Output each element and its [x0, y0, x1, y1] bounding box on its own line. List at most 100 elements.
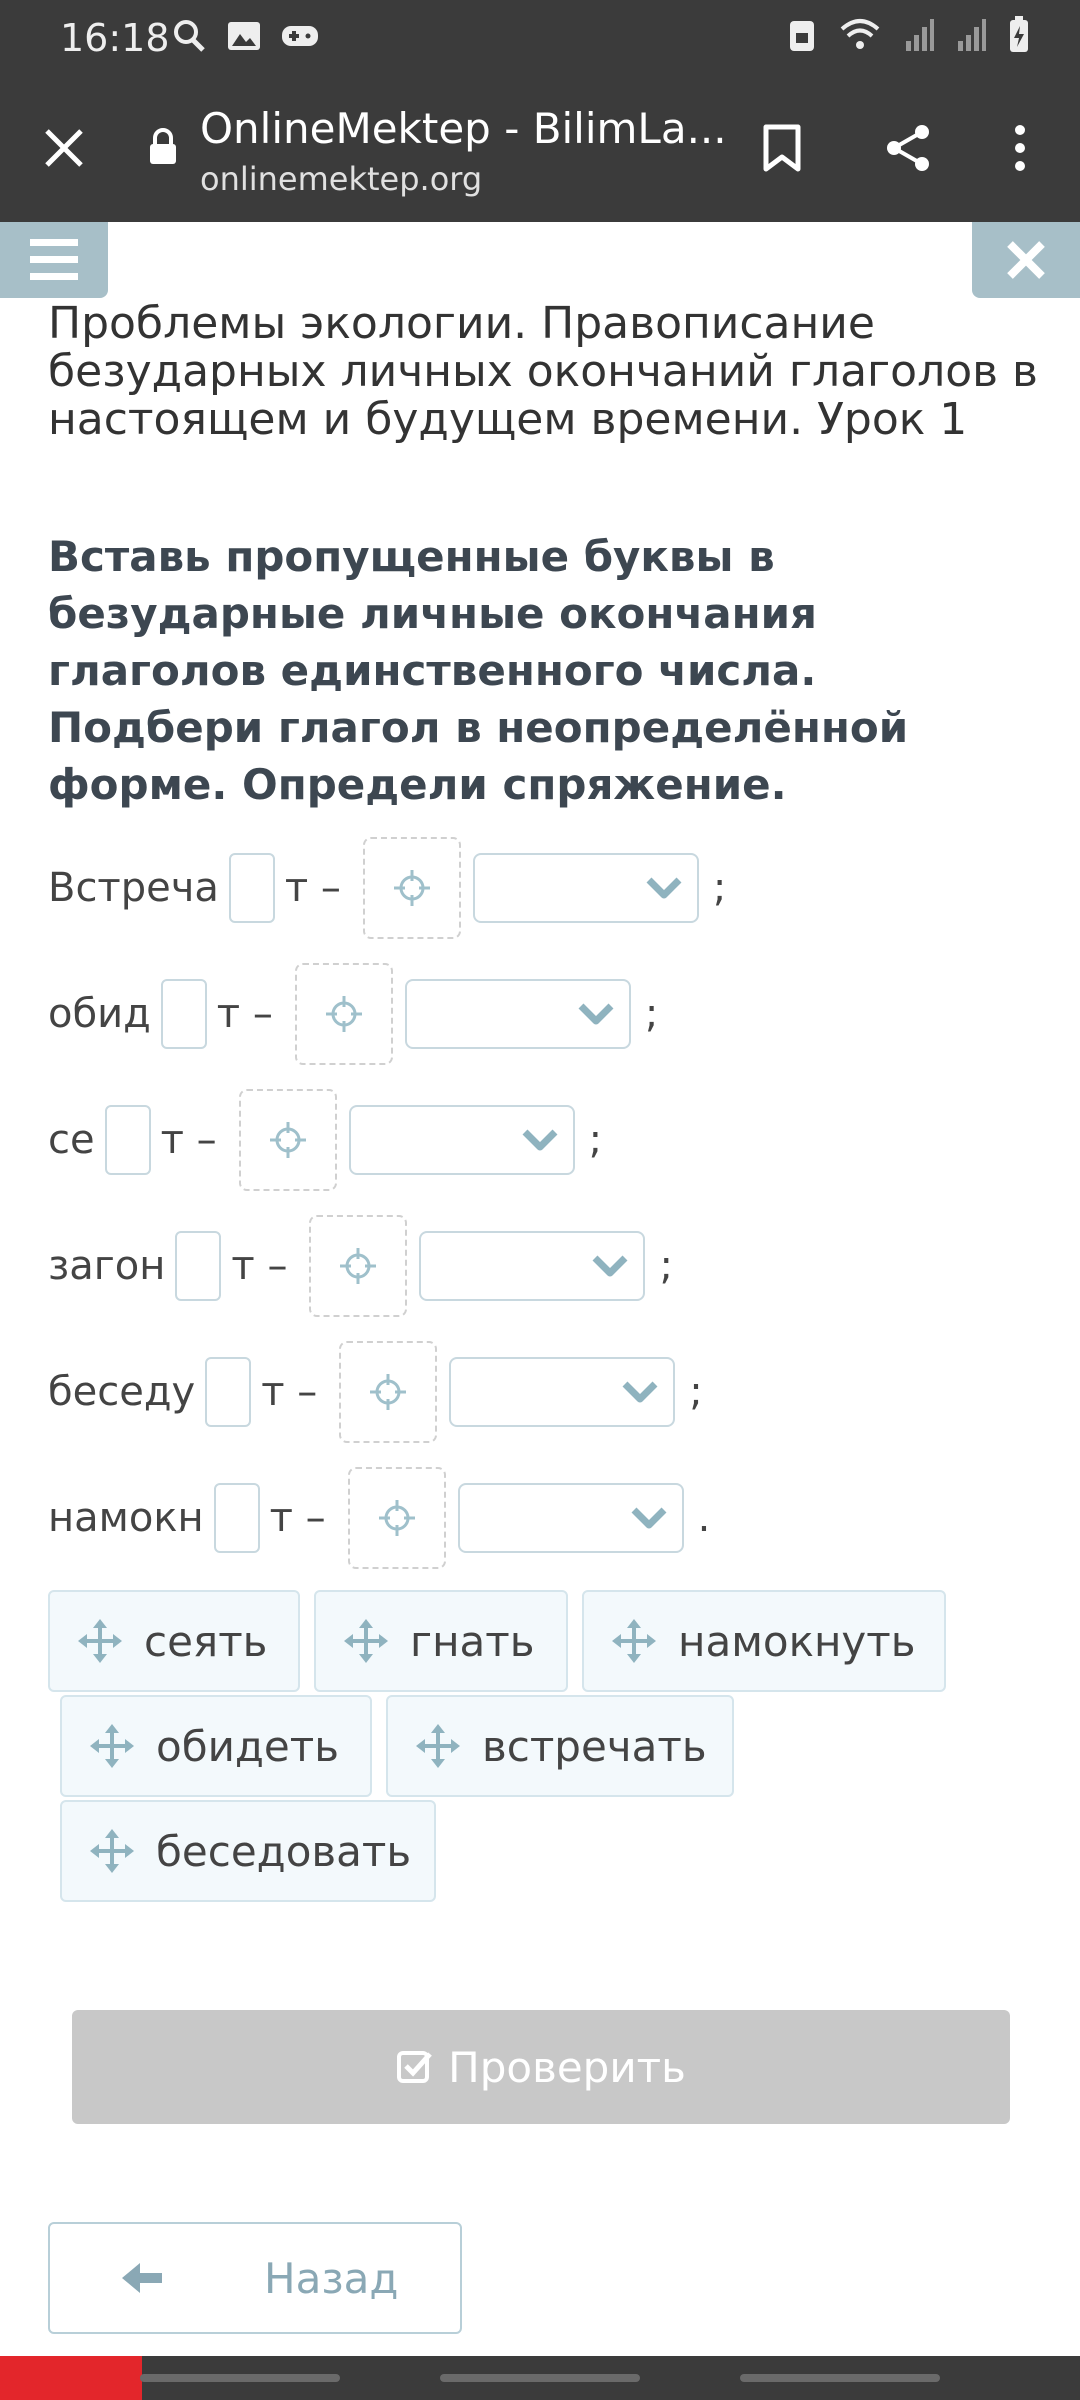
word-chip-label: сеять	[144, 1616, 268, 1666]
word-suffix: т –	[269, 1495, 326, 1541]
nav-pill	[740, 2374, 940, 2382]
status-left-icons	[172, 16, 320, 56]
letter-input[interactable]	[104, 1105, 151, 1175]
word-chip[interactable]: сеять	[48, 1590, 300, 1692]
exercise-row: се т –;	[48, 1089, 603, 1191]
drop-zone[interactable]	[347, 1467, 446, 1569]
check-button[interactable]: Проверить	[72, 2010, 1010, 2124]
more-menu-button[interactable]	[984, 112, 1056, 184]
target-icon	[325, 996, 362, 1032]
close-icon	[1007, 241, 1045, 279]
row-punctuation: ;	[689, 1369, 703, 1415]
letter-input[interactable]	[213, 1483, 260, 1553]
word-stem: загон	[48, 1243, 166, 1289]
chevron-down-icon	[592, 1255, 628, 1277]
lesson-title: Проблемы экологии. Правописание безударн…	[48, 298, 1038, 445]
wifi-icon	[840, 19, 880, 49]
search-icon	[174, 20, 205, 52]
lock-icon	[150, 128, 176, 164]
exercise-row: обид т –;	[48, 963, 659, 1065]
conjugation-select[interactable]	[457, 1483, 684, 1553]
target-icon	[340, 1248, 377, 1284]
letter-input[interactable]	[228, 853, 275, 923]
chevron-down-icon	[522, 1129, 558, 1151]
image-icon	[228, 22, 260, 50]
checkbox-check-icon	[397, 2051, 433, 2083]
letter-input[interactable]	[175, 1231, 222, 1301]
move-icon	[78, 1619, 122, 1663]
signal-icon-2	[958, 19, 986, 51]
chevron-down-icon	[622, 1381, 658, 1403]
word-suffix: т –	[284, 865, 341, 911]
drop-zone[interactable]	[309, 1215, 408, 1317]
chevron-down-icon	[631, 1507, 667, 1529]
row-punctuation: ;	[588, 1117, 603, 1163]
target-icon	[378, 1500, 415, 1536]
move-icon	[90, 1724, 134, 1768]
drop-zone[interactable]	[339, 1341, 438, 1443]
status-right-icons	[788, 16, 1030, 54]
word-chip[interactable]: обидеть	[60, 1695, 372, 1797]
exercise-row: намокн т –.	[48, 1467, 710, 1569]
word-suffix: т –	[160, 1117, 217, 1163]
nav-pill	[140, 2374, 340, 2382]
word-suffix: т –	[231, 1243, 288, 1289]
row-punctuation: ;	[644, 991, 659, 1037]
bookmark-icon	[763, 124, 801, 172]
check-button-label: Проверить	[448, 2042, 686, 2092]
word-stem: се	[48, 1117, 95, 1163]
word-chip[interactable]: встречать	[386, 1695, 734, 1797]
drop-zone[interactable]	[362, 837, 461, 939]
exercise-row: беседу т –;	[48, 1341, 703, 1443]
arrow-left-icon	[122, 2263, 162, 2293]
menu-button[interactable]	[0, 222, 108, 298]
conjugation-select[interactable]	[348, 1105, 575, 1175]
page-title-tab[interactable]: OnlineMektep - BilimLa...	[200, 104, 727, 153]
row-punctuation: ;	[712, 865, 727, 911]
drop-zone[interactable]	[294, 963, 393, 1065]
status-time: 16:18	[60, 16, 170, 60]
word-chip[interactable]: намокнуть	[582, 1590, 946, 1692]
move-icon	[416, 1724, 460, 1768]
word-stem: обид	[48, 991, 151, 1037]
word-chip[interactable]: гнать	[314, 1590, 568, 1692]
close-icon	[45, 129, 83, 167]
bookmark-button[interactable]	[746, 112, 818, 184]
word-suffix: т –	[261, 1369, 318, 1415]
share-button[interactable]	[872, 112, 944, 184]
system-nav-bar	[0, 2356, 1080, 2400]
back-button[interactable]: Назад	[48, 2222, 462, 2334]
word-chip-label: обидеть	[156, 1721, 339, 1771]
nav-pill	[440, 2374, 640, 2382]
word-suffix: т –	[216, 991, 273, 1037]
conjugation-select[interactable]	[419, 1231, 646, 1301]
word-chip-label: встречать	[482, 1721, 707, 1771]
url-text[interactable]: onlinemektep.org	[200, 160, 482, 198]
share-icon	[887, 125, 929, 171]
chevron-down-icon	[646, 877, 682, 899]
signal-icon	[906, 19, 934, 51]
progress-indicator	[0, 2356, 142, 2400]
target-icon	[393, 870, 430, 906]
conjugation-select[interactable]	[404, 979, 631, 1049]
word-chip[interactable]: беседовать	[60, 1800, 436, 1902]
target-icon	[370, 1374, 407, 1410]
drop-zone[interactable]	[238, 1089, 337, 1191]
word-stem: намокн	[48, 1495, 204, 1541]
word-chip-label: гнать	[410, 1616, 535, 1666]
letter-input[interactable]	[205, 1357, 252, 1427]
close-lesson-button[interactable]	[972, 222, 1080, 298]
gamepad-icon	[282, 26, 318, 46]
word-stem: беседу	[48, 1369, 196, 1415]
target-icon	[269, 1122, 306, 1158]
move-icon	[612, 1619, 656, 1663]
battery-icon	[1010, 16, 1028, 52]
more-vertical-icon	[1015, 125, 1025, 171]
close-tab-button[interactable]	[28, 112, 100, 184]
conjugation-select[interactable]	[449, 1357, 676, 1427]
move-icon	[344, 1619, 388, 1663]
move-icon	[90, 1829, 134, 1873]
conjugation-select[interactable]	[472, 853, 699, 923]
word-chip-label: намокнуть	[678, 1616, 916, 1666]
letter-input[interactable]	[160, 979, 207, 1049]
